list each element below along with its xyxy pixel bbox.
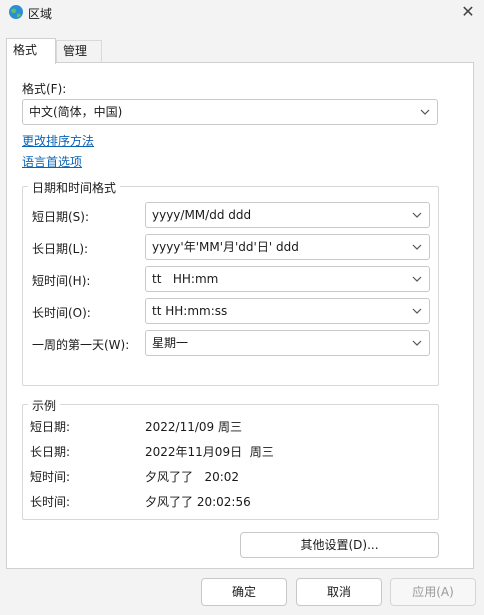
format-select[interactable]: 中文(简体，中国) — [22, 99, 438, 125]
cancel-button[interactable]: 取消 — [296, 578, 382, 606]
short-time-label: 短时间(H): — [32, 274, 91, 288]
ok-button[interactable]: 确定 — [201, 578, 287, 606]
short-time-select[interactable]: tt HH:mm — [145, 266, 430, 292]
tab-format-label: 格式 — [13, 43, 38, 57]
long-time-select[interactable]: tt HH:mm:ss — [145, 298, 430, 324]
long-time-label: 长时间(O): — [32, 306, 91, 320]
title-bar — [0, 0, 484, 28]
chevron-down-icon — [412, 276, 422, 282]
tab-format[interactable]: 格式 — [6, 38, 56, 64]
other-settings-button[interactable]: 其他设置(D)... — [240, 532, 439, 558]
apply-button[interactable]: 应用(A) — [390, 578, 476, 606]
long-date-select[interactable]: yyyy'年'MM'月'dd'日' ddd — [145, 234, 430, 260]
first-day-label: 一周的第一天(W): — [32, 338, 130, 352]
example-short-date-label: 短日期: — [30, 420, 71, 434]
change-sort-link[interactable]: 更改排序方法 — [22, 132, 94, 149]
short-date-label: 短日期(S): — [32, 210, 90, 224]
first-day-value: 星期一 — [152, 336, 189, 350]
long-date-value: yyyy'年'MM'月'dd'日' ddd — [152, 240, 299, 254]
language-preferences-link[interactable]: 语言首选项 — [22, 153, 82, 170]
long-time-value: tt HH:mm:ss — [152, 304, 228, 318]
short-date-select[interactable]: yyyy/MM/dd ddd — [145, 202, 430, 228]
window-title: 区域 — [28, 7, 53, 21]
example-long-date-value: 2022年11月09日 周三 — [145, 445, 274, 459]
format-select-value: 中文(简体，中国) — [29, 105, 123, 119]
globe-icon — [9, 5, 23, 19]
short-date-value: yyyy/MM/dd ddd — [152, 208, 252, 222]
example-long-time-value: 夕风了了 20:02:56 — [145, 495, 251, 509]
chevron-down-icon — [412, 212, 422, 218]
chevron-down-icon — [412, 340, 422, 346]
first-day-select[interactable]: 星期一 — [145, 330, 430, 356]
short-time-value: tt HH:mm — [152, 272, 219, 286]
example-long-time-label: 长时间: — [30, 495, 71, 509]
example-short-date-value: 2022/11/09 周三 — [145, 420, 242, 434]
tab-manage-label: 管理 — [63, 44, 88, 58]
format-label: 格式(F): — [22, 82, 67, 96]
long-date-label: 长日期(L): — [32, 242, 89, 256]
example-short-time-label: 短时间: — [30, 470, 71, 484]
chevron-down-icon — [412, 244, 422, 250]
datetime-group-title: 日期和时间格式 — [28, 179, 121, 196]
chevron-down-icon — [420, 109, 430, 115]
example-group-title: 示例 — [28, 397, 61, 414]
close-icon[interactable]: ✕ — [458, 2, 478, 22]
example-long-date-label: 长日期: — [30, 445, 71, 459]
chevron-down-icon — [412, 308, 422, 314]
tab-manage[interactable]: 管理 — [56, 40, 102, 62]
example-short-time-value: 夕风了了 20:02 — [145, 470, 240, 484]
